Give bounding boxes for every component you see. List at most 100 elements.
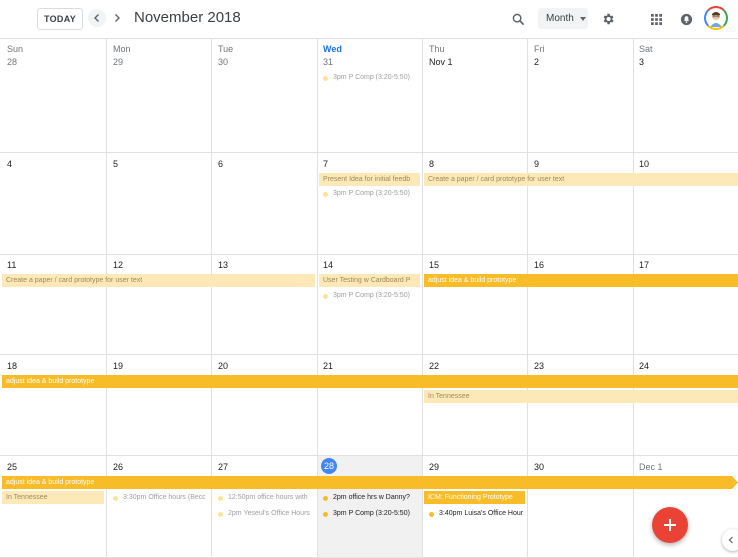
day-number[interactable]: 14 [323,260,333,270]
event-dot [429,511,434,517]
event-title: Yeseul's Office Hours [243,510,310,517]
day-number[interactable]: 15 [429,260,439,270]
day-number[interactable]: 28 [7,57,17,67]
event-time: 2pm [333,494,347,501]
day-number[interactable]: 23 [534,361,544,371]
calendar-event[interactable]: 2pm office hrs w Danny? [323,492,420,504]
chevron-left-icon [728,536,733,544]
calendar-event[interactable]: 3pm P Comp (3:20-5:50) [323,508,420,520]
day-number[interactable]: 9 [534,159,539,169]
day-number[interactable]: 30 [534,462,544,472]
search-icon [512,13,524,25]
event-title: Office hours (Becc [148,494,206,501]
day-number[interactable]: 19 [113,361,123,371]
account-avatar[interactable] [704,6,728,30]
day-number[interactable]: 10 [639,159,649,169]
event-dot [113,495,118,501]
view-selector-label: Month [546,13,574,24]
event-title: Luisa's Office Hour [464,510,524,517]
day-number[interactable]: 11 [7,260,16,270]
settings-button[interactable] [598,9,618,29]
calendar-event[interactable]: 3:40pm Luisa's Office Hour [429,508,525,520]
plus-icon [664,519,676,531]
grid-line [0,354,738,355]
day-number[interactable]: 27 [218,462,228,472]
calendar-event[interactable]: 3pm P Comp (3:20-5:50) [323,72,419,84]
previous-month-button[interactable] [88,9,106,27]
day-number[interactable]: 24 [639,361,649,371]
day-number[interactable]: 16 [534,260,544,270]
event-dot [218,511,223,517]
event-title: office hours with [257,494,308,501]
day-number[interactable]: Nov 1 [429,57,453,67]
day-number[interactable]: 2 [534,57,539,67]
event-bar[interactable]: Present Idea for initial feedb [319,173,420,186]
event-bar[interactable]: In Tennessee [424,390,738,403]
event-time: 2pm [228,510,242,517]
day-number[interactable]: 25 [7,462,17,472]
event-time: 3:30pm [123,494,147,501]
calendar-event[interactable]: 3pm P Comp (3:20-5:50) [323,188,419,200]
day-number[interactable]: 20 [218,361,228,371]
day-number[interactable]: 29 [429,462,439,472]
next-month-button[interactable] [108,9,126,27]
event-title: P Comp (3:20-5:50) [348,292,410,299]
apps-button[interactable] [646,9,666,29]
event-time: 3:40pm [439,510,463,517]
calendar-toolbar: TODAY November 2018 Month [0,0,738,38]
today-date[interactable]: 28 [321,458,337,474]
day-number[interactable]: 17 [639,260,649,270]
weekday-header: Sun [7,44,24,54]
event-bar[interactable]: adjust idea & build prototype [2,476,738,489]
event-title: P Comp (3:20-5:50) [348,190,410,197]
event-title: office hrs w Danny? [348,494,410,501]
calendar-event[interactable]: 2pm Yeseul's Office Hours [218,508,316,520]
today-button[interactable]: TODAY [37,8,83,30]
month-title: November 2018 [134,9,241,26]
avatar-icon [710,12,722,27]
view-selector[interactable]: Month [538,8,588,29]
day-number[interactable]: 30 [218,57,228,67]
side-panel-toggle[interactable] [722,529,738,551]
grid-line [0,254,738,255]
day-number[interactable]: 5 [113,159,118,169]
event-time: 3pm [333,74,347,81]
event-time: 3pm [333,292,347,299]
grid-line [0,152,738,153]
event-bar[interactable]: adjust idea & build prototype [424,274,738,287]
day-number[interactable]: 29 [113,57,123,67]
event-bar[interactable]: Create a paper / card prototype for user… [2,274,315,287]
weekday-header-current: Wed [323,44,342,54]
event-bar[interactable]: User Testing w Cardboard P [319,274,420,287]
grid-line [0,455,738,456]
gear-icon [603,13,614,25]
event-bar[interactable]: adjust idea & build prototype [2,375,738,388]
day-number[interactable]: 8 [429,159,434,169]
grid-line [0,38,738,39]
day-number[interactable]: 7 [323,159,328,169]
day-number[interactable]: 12 [113,260,123,270]
event-title: P Comp (3:20-5:50) [348,74,410,81]
day-number[interactable]: 18 [7,361,17,371]
day-number[interactable]: 3 [639,57,644,67]
calendar-event[interactable]: 3pm P Comp (3:20-5:50) [323,290,419,302]
event-bar[interactable]: In Tennessee [2,491,104,504]
day-number[interactable]: 6 [218,159,223,169]
notifications-icon [680,13,692,25]
calendar-event[interactable]: 3:30pm Office hours (Becc [113,492,209,504]
day-number[interactable]: 22 [429,361,439,371]
day-number[interactable]: 21 [323,361,333,371]
event-bar[interactable]: Create a paper / card prototype for user… [424,173,738,186]
create-event-button[interactable] [652,507,688,543]
weekday-header: Fri [534,44,545,54]
day-number[interactable]: 13 [218,260,228,270]
event-dot [323,75,328,81]
day-number[interactable]: 31 [323,57,333,67]
event-bar[interactable]: ICM: Functioning Prototype [424,491,525,504]
notifications-button[interactable] [676,9,696,29]
calendar-event[interactable]: 12:50pm office hours with [218,492,316,504]
search-button[interactable] [508,9,528,29]
day-number[interactable]: Dec 1 [639,462,663,472]
day-number[interactable]: 26 [113,462,123,472]
day-number[interactable]: 4 [7,159,12,169]
